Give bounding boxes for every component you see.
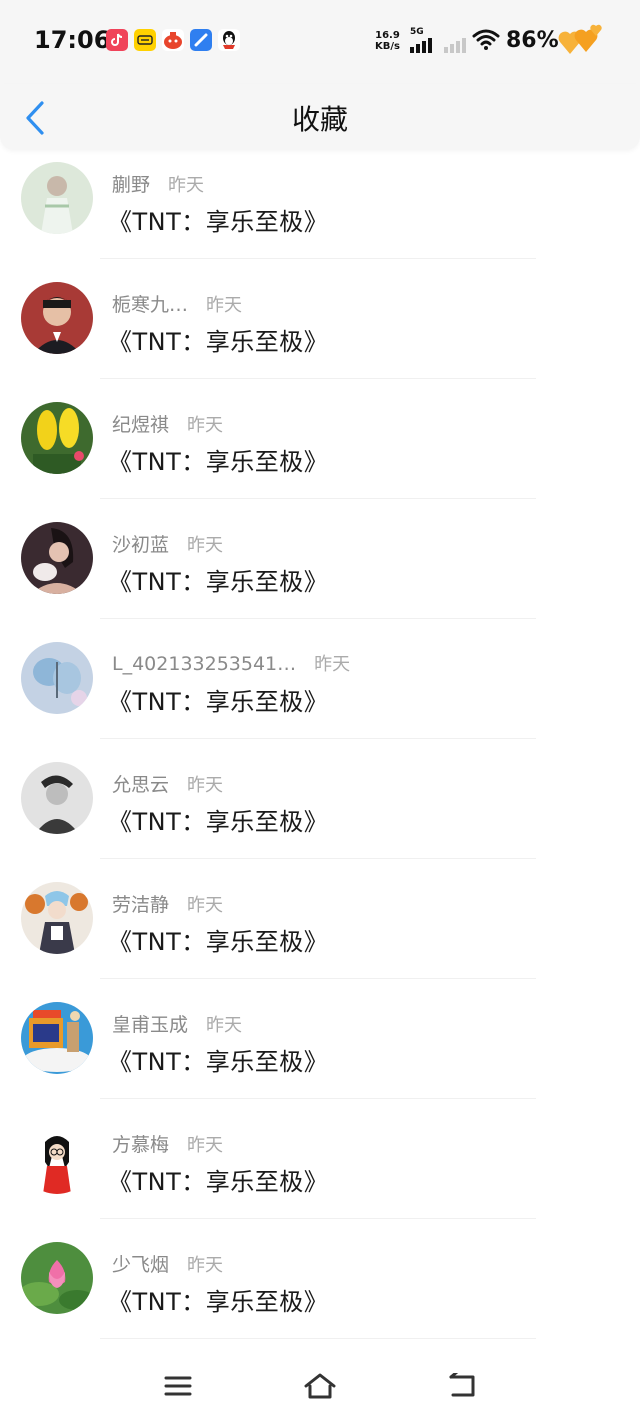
favorite-item[interactable]: 劳洁静 昨天 《TNT：享乐至极》 — [0, 872, 640, 992]
divider — [100, 378, 536, 379]
favorite-item[interactable]: 允思云 昨天 《TNT：享乐至极》 — [0, 752, 640, 872]
notification-icons — [106, 29, 240, 51]
user-name: 纪煜祺 — [112, 414, 170, 436]
cellular-signal-sim2 — [444, 27, 468, 53]
signal-bars-icon — [410, 38, 432, 53]
item-meta: 蒯野 昨天 — [112, 170, 204, 197]
network-speed-value: 16.9 — [375, 30, 400, 41]
user-name: 劳洁静 — [112, 894, 170, 916]
divider — [100, 618, 536, 619]
divider — [100, 738, 536, 739]
avatar[interactable] — [21, 1122, 93, 1194]
avatar[interactable] — [21, 162, 93, 234]
item-date: 昨天 — [187, 775, 224, 796]
user-name: 蒯野 — [112, 174, 151, 196]
taobao-icon — [162, 29, 184, 51]
item-title: 《TNT：享乐至极》 — [108, 1168, 329, 1196]
item-date: 昨天 — [187, 1255, 224, 1276]
item-meta: 栀寒九… 昨天 — [112, 290, 242, 317]
avatar[interactable] — [21, 1002, 93, 1074]
user-name: 方慕梅 — [112, 1134, 170, 1156]
chat-icon — [190, 29, 212, 51]
cellular-signal-5g: 5G — [410, 27, 438, 53]
item-title: 《TNT：享乐至极》 — [108, 448, 329, 476]
battery-hearts-icon — [558, 24, 604, 62]
network-type-label: 5G — [410, 27, 424, 37]
avatar[interactable] — [21, 762, 93, 834]
divider — [100, 1338, 536, 1339]
system-nav-bar — [0, 1352, 640, 1422]
item-date: 昨天 — [187, 895, 224, 916]
user-name: 少飞烟 — [112, 1254, 170, 1276]
item-title: 《TNT：享乐至极》 — [108, 928, 329, 956]
item-meta: 劳洁静 昨天 — [112, 890, 223, 917]
avatar[interactable] — [21, 402, 93, 474]
clock: 17:06 — [34, 26, 111, 54]
divider — [100, 498, 536, 499]
item-date: 昨天 — [168, 175, 205, 196]
item-title: 《TNT：享乐至极》 — [108, 688, 329, 716]
item-title: 《TNT：享乐至极》 — [108, 1048, 329, 1076]
item-meta: 沙初蓝 昨天 — [112, 530, 223, 557]
item-meta: 纪煜祺 昨天 — [112, 410, 223, 437]
favorite-item[interactable]: 皇甫玉成 昨天 《TNT：享乐至极》 — [0, 992, 640, 1112]
item-date: 昨天 — [206, 1015, 243, 1036]
item-date: 昨天 — [206, 295, 243, 316]
divider — [100, 1218, 536, 1219]
item-meta: 允思云 昨天 — [112, 770, 223, 797]
douyin-icon — [106, 29, 128, 51]
item-title: 《TNT：享乐至极》 — [108, 208, 329, 236]
user-name: 皇甫玉成 — [112, 1014, 189, 1036]
item-date: 昨天 — [187, 415, 224, 436]
user-name: 沙初蓝 — [112, 534, 170, 556]
avatar[interactable] — [21, 642, 93, 714]
avatar[interactable] — [21, 282, 93, 354]
favorite-item[interactable]: L_402133253541… 昨天 《TNT：享乐至极》 — [0, 632, 640, 752]
favorite-item[interactable]: 沙初蓝 昨天 《TNT：享乐至极》 — [0, 512, 640, 632]
home-button[interactable] — [300, 1366, 340, 1406]
item-date: 昨天 — [187, 1135, 224, 1156]
divider — [100, 1098, 536, 1099]
item-title: 《TNT：享乐至极》 — [108, 808, 329, 836]
menu-icon — [164, 1376, 192, 1396]
status-bar: 17:06 16.9 KB/s 5G 86% — [0, 0, 640, 84]
favorite-item[interactable]: 栀寒九… 昨天 《TNT：享乐至极》 — [0, 272, 640, 392]
wifi-icon — [472, 28, 500, 54]
divider — [100, 978, 536, 979]
back-nav-button[interactable] — [442, 1366, 482, 1406]
meituan-icon — [134, 29, 156, 51]
item-date: 昨天 — [314, 654, 351, 675]
home-icon — [304, 1373, 336, 1399]
top-app-bar: 收藏 — [0, 84, 640, 150]
back-icon — [449, 1373, 475, 1397]
item-meta: 皇甫玉成 昨天 — [112, 1010, 242, 1037]
item-meta: 少飞烟 昨天 — [112, 1250, 223, 1277]
item-title: 《TNT：享乐至极》 — [108, 568, 329, 596]
avatar[interactable] — [21, 522, 93, 594]
page-title: 收藏 — [291, 103, 348, 136]
favorite-item[interactable]: 纪煜祺 昨天 《TNT：享乐至极》 — [0, 392, 640, 512]
favorite-item[interactable]: 蒯野 昨天 《TNT：享乐至极》 — [0, 152, 640, 272]
signal-bars-dim-icon — [444, 38, 466, 53]
user-name: 栀寒九… — [112, 294, 189, 316]
favorite-item[interactable]: 少飞烟 昨天 《TNT：享乐至极》 — [0, 1232, 640, 1352]
network-speed-unit: KB/s — [375, 41, 400, 52]
menu-button[interactable] — [158, 1366, 198, 1406]
item-title: 《TNT：享乐至极》 — [108, 328, 329, 356]
avatar[interactable] — [21, 1242, 93, 1314]
battery-level: 86% — [506, 28, 559, 53]
user-name: 允思云 — [112, 774, 170, 796]
network-speed: 16.9 KB/s — [375, 30, 400, 52]
favorite-item[interactable]: 方慕梅 昨天 《TNT：享乐至极》 — [0, 1112, 640, 1232]
qq-icon — [218, 29, 240, 51]
item-date: 昨天 — [187, 535, 224, 556]
item-title: 《TNT：享乐至极》 — [108, 1288, 329, 1316]
item-meta: L_402133253541… 昨天 — [112, 650, 350, 676]
item-meta: 方慕梅 昨天 — [112, 1130, 223, 1157]
divider — [100, 258, 536, 259]
user-name: L_402133253541… — [112, 653, 297, 675]
favorites-list[interactable]: 蒯野 昨天 《TNT：享乐至极》 栀寒九… 昨天 《TNT：享乐至极》 纪煜祺 … — [0, 152, 640, 1352]
divider — [100, 858, 536, 859]
avatar[interactable] — [21, 882, 93, 954]
